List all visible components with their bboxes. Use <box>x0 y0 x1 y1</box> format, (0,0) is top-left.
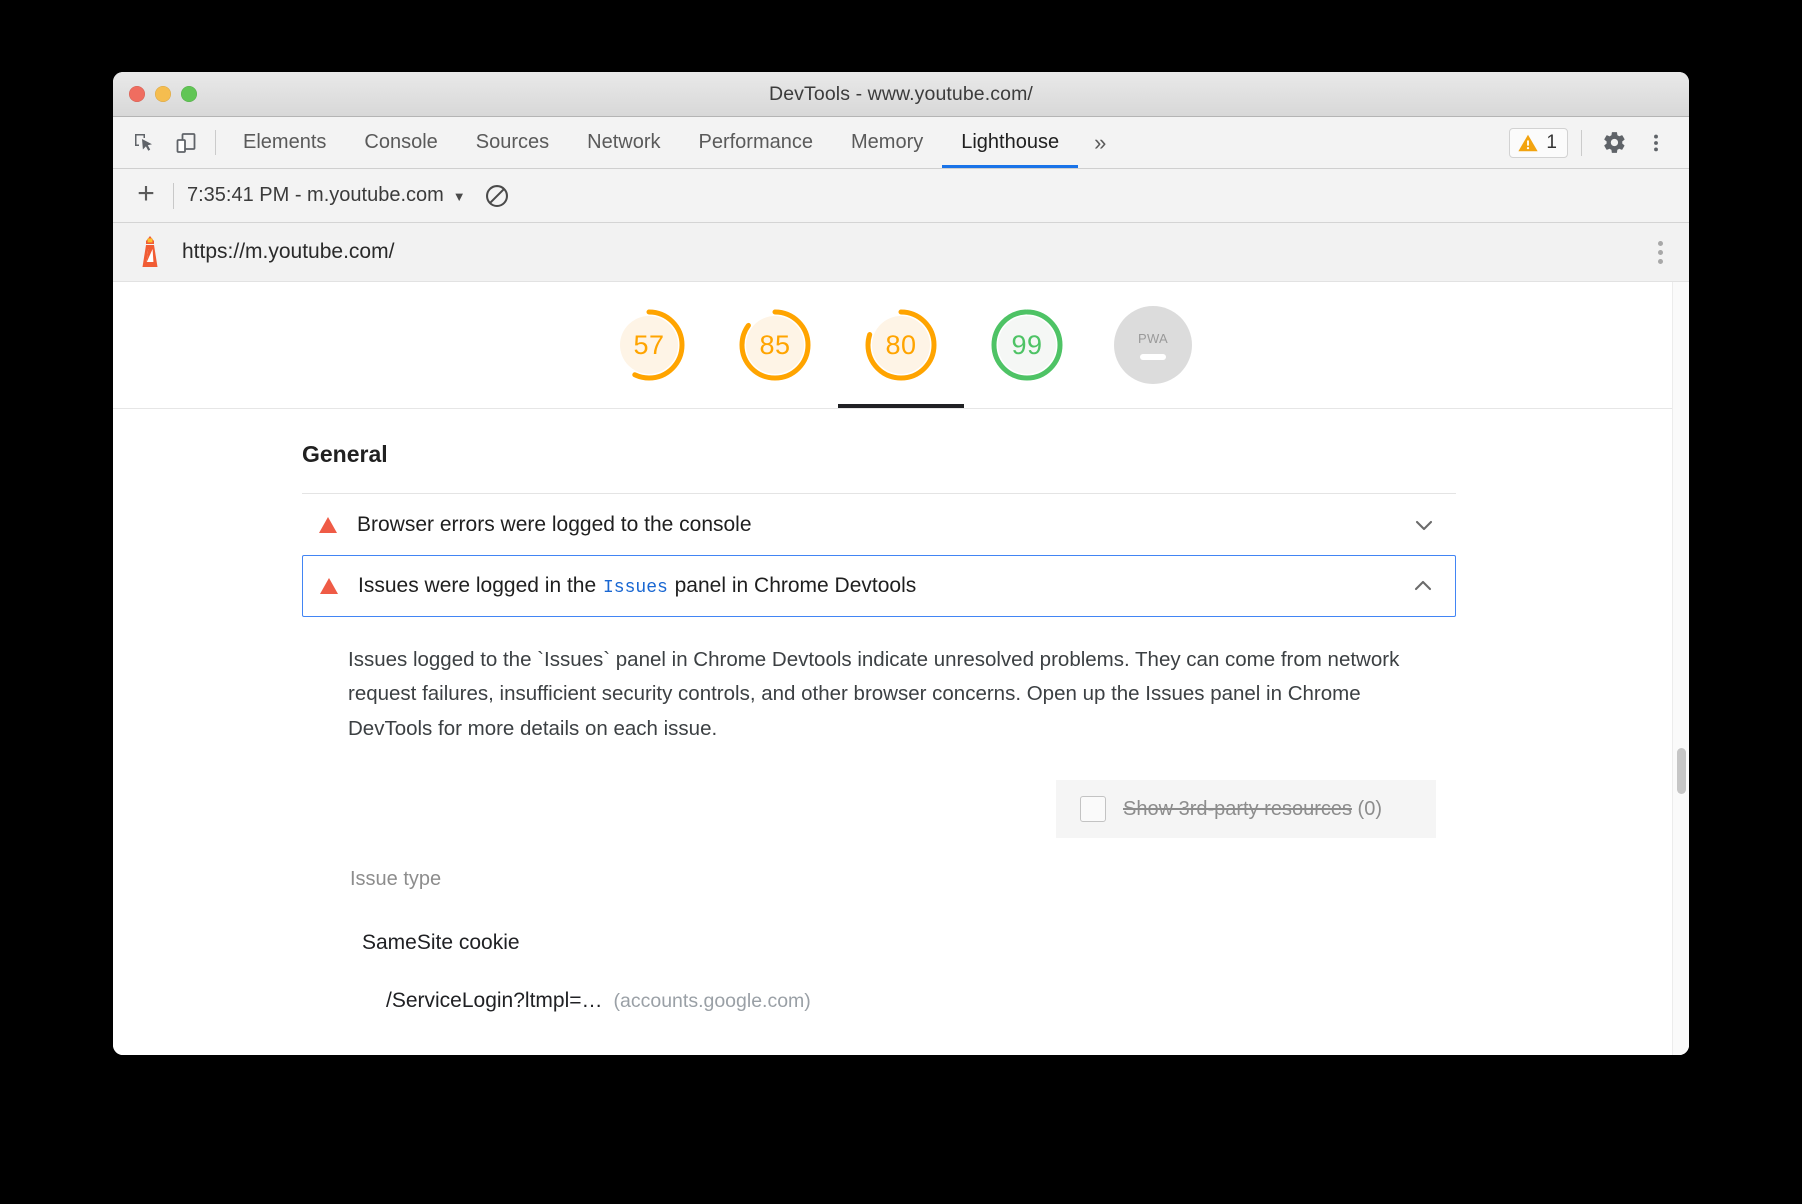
runbar-divider <box>173 183 174 209</box>
gauge-performance[interactable]: 57 <box>607 282 691 408</box>
show-3rd-party-checkbox[interactable] <box>1080 796 1106 822</box>
show-3rd-party-count: (0) <box>1358 798 1382 820</box>
gauge-seo-value: 99 <box>988 306 1066 384</box>
report-selector[interactable]: 7:35:41 PM - m.youtube.com ▼ <box>187 184 466 207</box>
more-vertical-icon-dot3 <box>1658 259 1663 264</box>
issues-table-column-header: Issue type <box>348 868 1436 891</box>
issue-resource-host: (accounts.google.com) <box>614 990 811 1013</box>
inspect-element-icon <box>132 131 156 155</box>
lighthouse-icon <box>135 235 165 269</box>
audit-title-browser-errors: Browser errors were logged to the consol… <box>357 513 752 537</box>
devtools-main-menu-button[interactable] <box>1637 124 1675 162</box>
audits-section-title: General <box>302 409 1655 493</box>
tab-memory[interactable]: Memory <box>832 117 942 168</box>
report-body: 57 85 80 <box>113 282 1689 1055</box>
tab-sources[interactable]: Sources <box>457 117 568 168</box>
tabbar-actions: 1 <box>1509 117 1689 168</box>
panel-tabs: Elements Console Sources Network Perform… <box>224 117 1122 168</box>
toolbar-divider <box>215 130 216 155</box>
device-toolbar-icon <box>174 131 198 155</box>
gauge-performance-value: 57 <box>610 306 688 384</box>
tab-console[interactable]: Console <box>345 117 456 168</box>
report-url: https://m.youtube.com/ <box>182 240 394 264</box>
gauge-best-practices[interactable]: 80 <box>859 282 943 408</box>
gauge-pwa-label: PWA <box>1138 331 1168 346</box>
lighthouse-runbar: + 7:35:41 PM - m.youtube.com ▼ <box>113 169 1689 223</box>
audit-row-issues-panel[interactable]: Issues were logged in the Issues panel i… <box>302 555 1456 617</box>
clear-all-button[interactable] <box>484 183 510 209</box>
audit-row-browser-errors[interactable]: Browser errors were logged to the consol… <box>302 493 1456 555</box>
gauge-pwa[interactable]: PWA <box>1111 282 1195 408</box>
gauge-pwa-dash-icon <box>1140 354 1166 360</box>
issues-table-group-name: SameSite cookie <box>348 931 1436 955</box>
audits-section: General Browser errors were logged to th… <box>113 409 1689 1013</box>
tab-network[interactable]: Network <box>568 117 679 168</box>
devtools-tabbar: Elements Console Sources Network Perform… <box>113 117 1689 169</box>
audit-detail-issues-panel: Issues logged to the `Issues` panel in C… <box>302 617 1456 1013</box>
window-traffic-lights <box>129 72 197 116</box>
audit-description: Issues logged to the `Issues` panel in C… <box>348 643 1436 746</box>
tab-performance[interactable]: Performance <box>680 117 833 168</box>
window-titlebar: DevTools - www.youtube.com/ <box>113 72 1689 117</box>
chevron-down-icon[interactable] <box>1412 513 1436 537</box>
settings-button[interactable] <box>1595 124 1633 162</box>
more-vertical-icon <box>1645 132 1667 154</box>
maximize-window-button[interactable] <box>181 86 197 102</box>
more-vertical-icon <box>1658 241 1663 246</box>
gear-icon <box>1602 130 1627 155</box>
audit-title-part-before: Issues were logged in the <box>358 574 602 597</box>
audit-title-issues-panel: Issues were logged in the Issues panel i… <box>358 574 916 598</box>
window-title: DevTools - www.youtube.com/ <box>113 83 1689 106</box>
tabbar-divider <box>1581 130 1582 156</box>
new-report-button[interactable]: + <box>125 179 167 212</box>
report-selector-label: 7:35:41 PM - m.youtube.com <box>187 184 444 207</box>
close-window-button[interactable] <box>129 86 145 102</box>
warning-count-badge[interactable]: 1 <box>1509 128 1568 158</box>
third-party-filter[interactable]: Show 3rd-party resources (0) <box>1056 780 1436 838</box>
tab-elements[interactable]: Elements <box>224 117 345 168</box>
lighthouse-score-gauges: 57 85 80 <box>113 282 1689 409</box>
warning-triangle-icon <box>319 577 339 595</box>
more-vertical-icon-dot2 <box>1658 250 1663 255</box>
tab-lighthouse[interactable]: Lighthouse <box>942 117 1078 168</box>
show-3rd-party-label-text: Show 3rd-party resources <box>1123 798 1352 820</box>
warning-triangle-icon <box>318 516 338 534</box>
warning-count: 1 <box>1546 132 1557 154</box>
report-scrollbar-thumb[interactable] <box>1677 748 1686 794</box>
clear-all-icon <box>484 183 510 209</box>
gauge-accessibility[interactable]: 85 <box>733 282 817 408</box>
gauge-accessibility-value: 85 <box>736 306 814 384</box>
report-header: https://m.youtube.com/ <box>113 223 1689 282</box>
inspect-element-button[interactable] <box>123 117 165 168</box>
audit-title-code: Issues <box>602 578 669 598</box>
table-row[interactable]: /ServiceLogin?ltmpl=… (accounts.google.c… <box>348 989 1436 1013</box>
issues-table: Issue type SameSite cookie /ServiceLogin… <box>348 868 1436 1013</box>
more-tabs-button[interactable]: » <box>1078 117 1122 168</box>
issue-resource-path: /ServiceLogin?ltmpl=… <box>386 989 603 1013</box>
minimize-window-button[interactable] <box>155 86 171 102</box>
gauge-best-practices-value: 80 <box>862 306 940 384</box>
report-scrollbar[interactable] <box>1672 282 1689 1055</box>
report-menu-button[interactable] <box>1654 235 1667 270</box>
warning-triangle-icon <box>1517 132 1539 154</box>
chevron-down-icon: ▼ <box>453 189 466 204</box>
devtools-window: DevTools - www.youtube.com/ Elements Con… <box>113 72 1689 1055</box>
gauge-seo[interactable]: 99 <box>985 282 1069 408</box>
audit-title-part-after: panel in Chrome Devtools <box>669 574 916 597</box>
device-toolbar-button[interactable] <box>165 117 207 168</box>
chevron-up-icon[interactable] <box>1411 574 1435 598</box>
show-3rd-party-label: Show 3rd-party resources (0) <box>1123 798 1382 821</box>
audits-list: Browser errors were logged to the consol… <box>302 493 1456 617</box>
